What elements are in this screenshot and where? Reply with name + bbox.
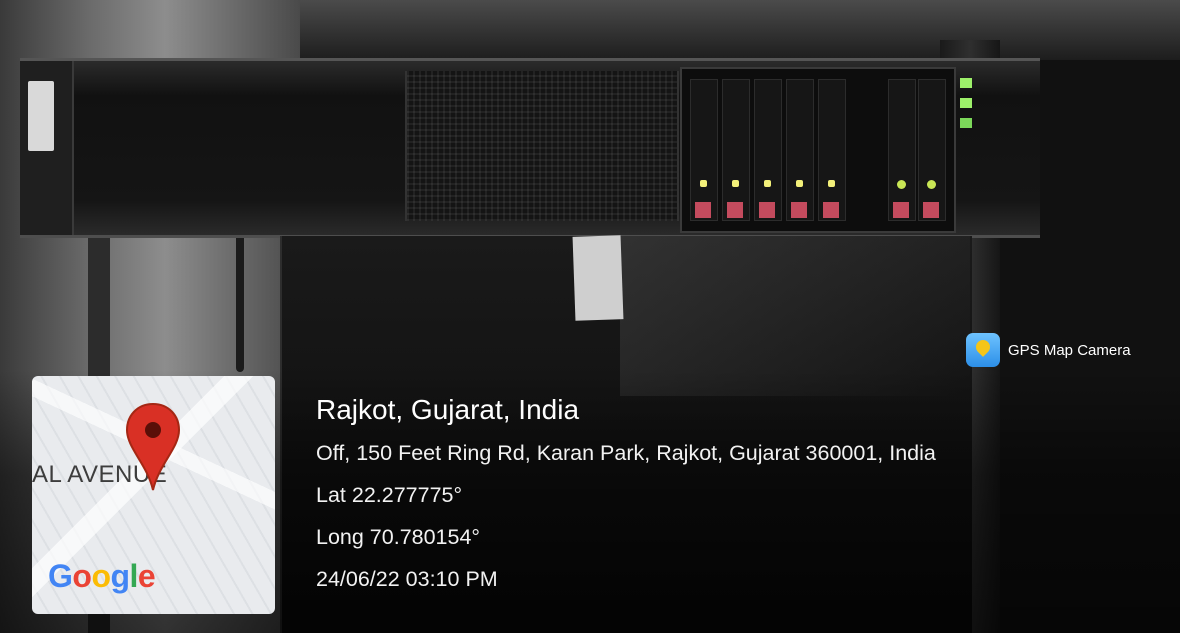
location-info: Rajkot, Gujarat, India Off, 150 Feet Rin…	[316, 390, 936, 600]
cable	[236, 232, 244, 372]
drive-bay	[888, 79, 916, 221]
server-vent	[405, 71, 679, 221]
rack-server	[20, 58, 1040, 238]
map-pin-icon	[125, 402, 181, 491]
drive-bay	[722, 79, 750, 221]
longitude: Long 70.780154°	[316, 525, 481, 549]
photo: GPS Map Camera AL AVENUE Google Rajkot, …	[0, 0, 1180, 633]
address: Off, 150 Feet Ring Rd, Karan Park, Rajko…	[316, 441, 936, 465]
server-ear	[20, 61, 74, 235]
place-name: Rajkot, Gujarat, India	[316, 394, 580, 425]
map-thumbnail: AL AVENUE Google	[32, 376, 275, 614]
drive-bays	[680, 67, 956, 233]
drive-bay	[818, 79, 846, 221]
server-tag	[28, 81, 54, 151]
drive-bay	[918, 79, 946, 221]
gps-map-camera-icon	[966, 333, 1000, 367]
brand-label: GPS Map Camera	[1008, 341, 1131, 359]
drive-bay	[690, 79, 718, 221]
gps-brand: GPS Map Camera	[966, 333, 1131, 367]
paper-label	[572, 235, 624, 321]
drive-bay	[754, 79, 782, 221]
latitude: Lat 22.277775°	[316, 483, 463, 507]
drive-bay	[786, 79, 814, 221]
datetime: 24/06/22 03:10 PM	[316, 567, 498, 591]
google-logo: Google	[48, 558, 156, 594]
status-leds	[960, 78, 972, 128]
